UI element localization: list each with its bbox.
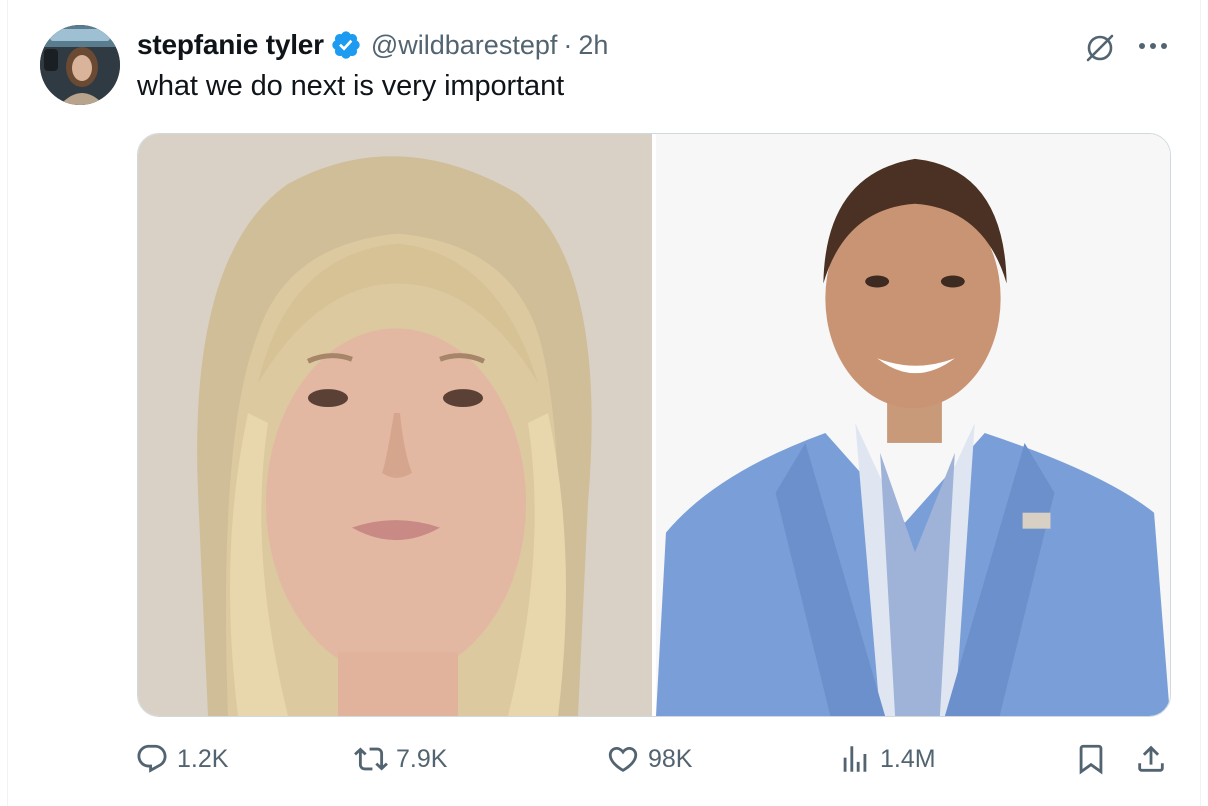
man-photo-image	[656, 134, 1170, 716]
like-button[interactable]: 98K	[606, 742, 692, 776]
time-separator: ·	[563, 29, 573, 60]
avatar[interactable]	[40, 25, 120, 105]
repost-icon	[354, 747, 388, 771]
like-count: 98K	[648, 744, 693, 773]
reply-count: 1.2K	[177, 744, 229, 773]
media-photo-right[interactable]	[656, 134, 1170, 716]
reply-button[interactable]: 1.2K	[135, 742, 228, 776]
tweet-media	[137, 133, 1171, 717]
share-icon	[1138, 745, 1164, 772]
tweet-action-bar: 1.2K 7.9K 98K 1.4M	[0, 742, 1208, 786]
verified-badge-icon[interactable]	[330, 29, 362, 61]
woman-photo-image	[138, 134, 652, 716]
grok-icon[interactable]	[1082, 30, 1118, 66]
tweet-text: what we do next is very important	[137, 70, 565, 102]
bookmark-button[interactable]	[1074, 742, 1108, 776]
frame-border-right	[1200, 0, 1201, 806]
reply-icon	[137, 744, 167, 773]
bookmark-icon	[1079, 744, 1103, 775]
media-photo-left[interactable]	[138, 134, 652, 716]
repost-button[interactable]: 7.9K	[354, 742, 447, 776]
more-icon[interactable]	[1135, 34, 1171, 58]
frame-border-left	[7, 0, 8, 806]
share-button[interactable]	[1134, 742, 1168, 776]
repost-count: 7.9K	[396, 744, 448, 773]
views-button[interactable]: 1.4M	[838, 742, 936, 776]
views-icon	[843, 746, 867, 772]
author-handle[interactable]: @wildbarestepf	[371, 30, 558, 61]
timestamp[interactable]: 2h	[578, 30, 608, 61]
heart-icon	[608, 746, 638, 772]
avatar-image	[40, 25, 120, 105]
author-display-name[interactable]: stepfanie tyler	[137, 29, 324, 61]
tweet-header: stepfanie tyler @wildbarestepf · 2h	[137, 28, 608, 62]
views-count: 1.4M	[880, 744, 936, 773]
